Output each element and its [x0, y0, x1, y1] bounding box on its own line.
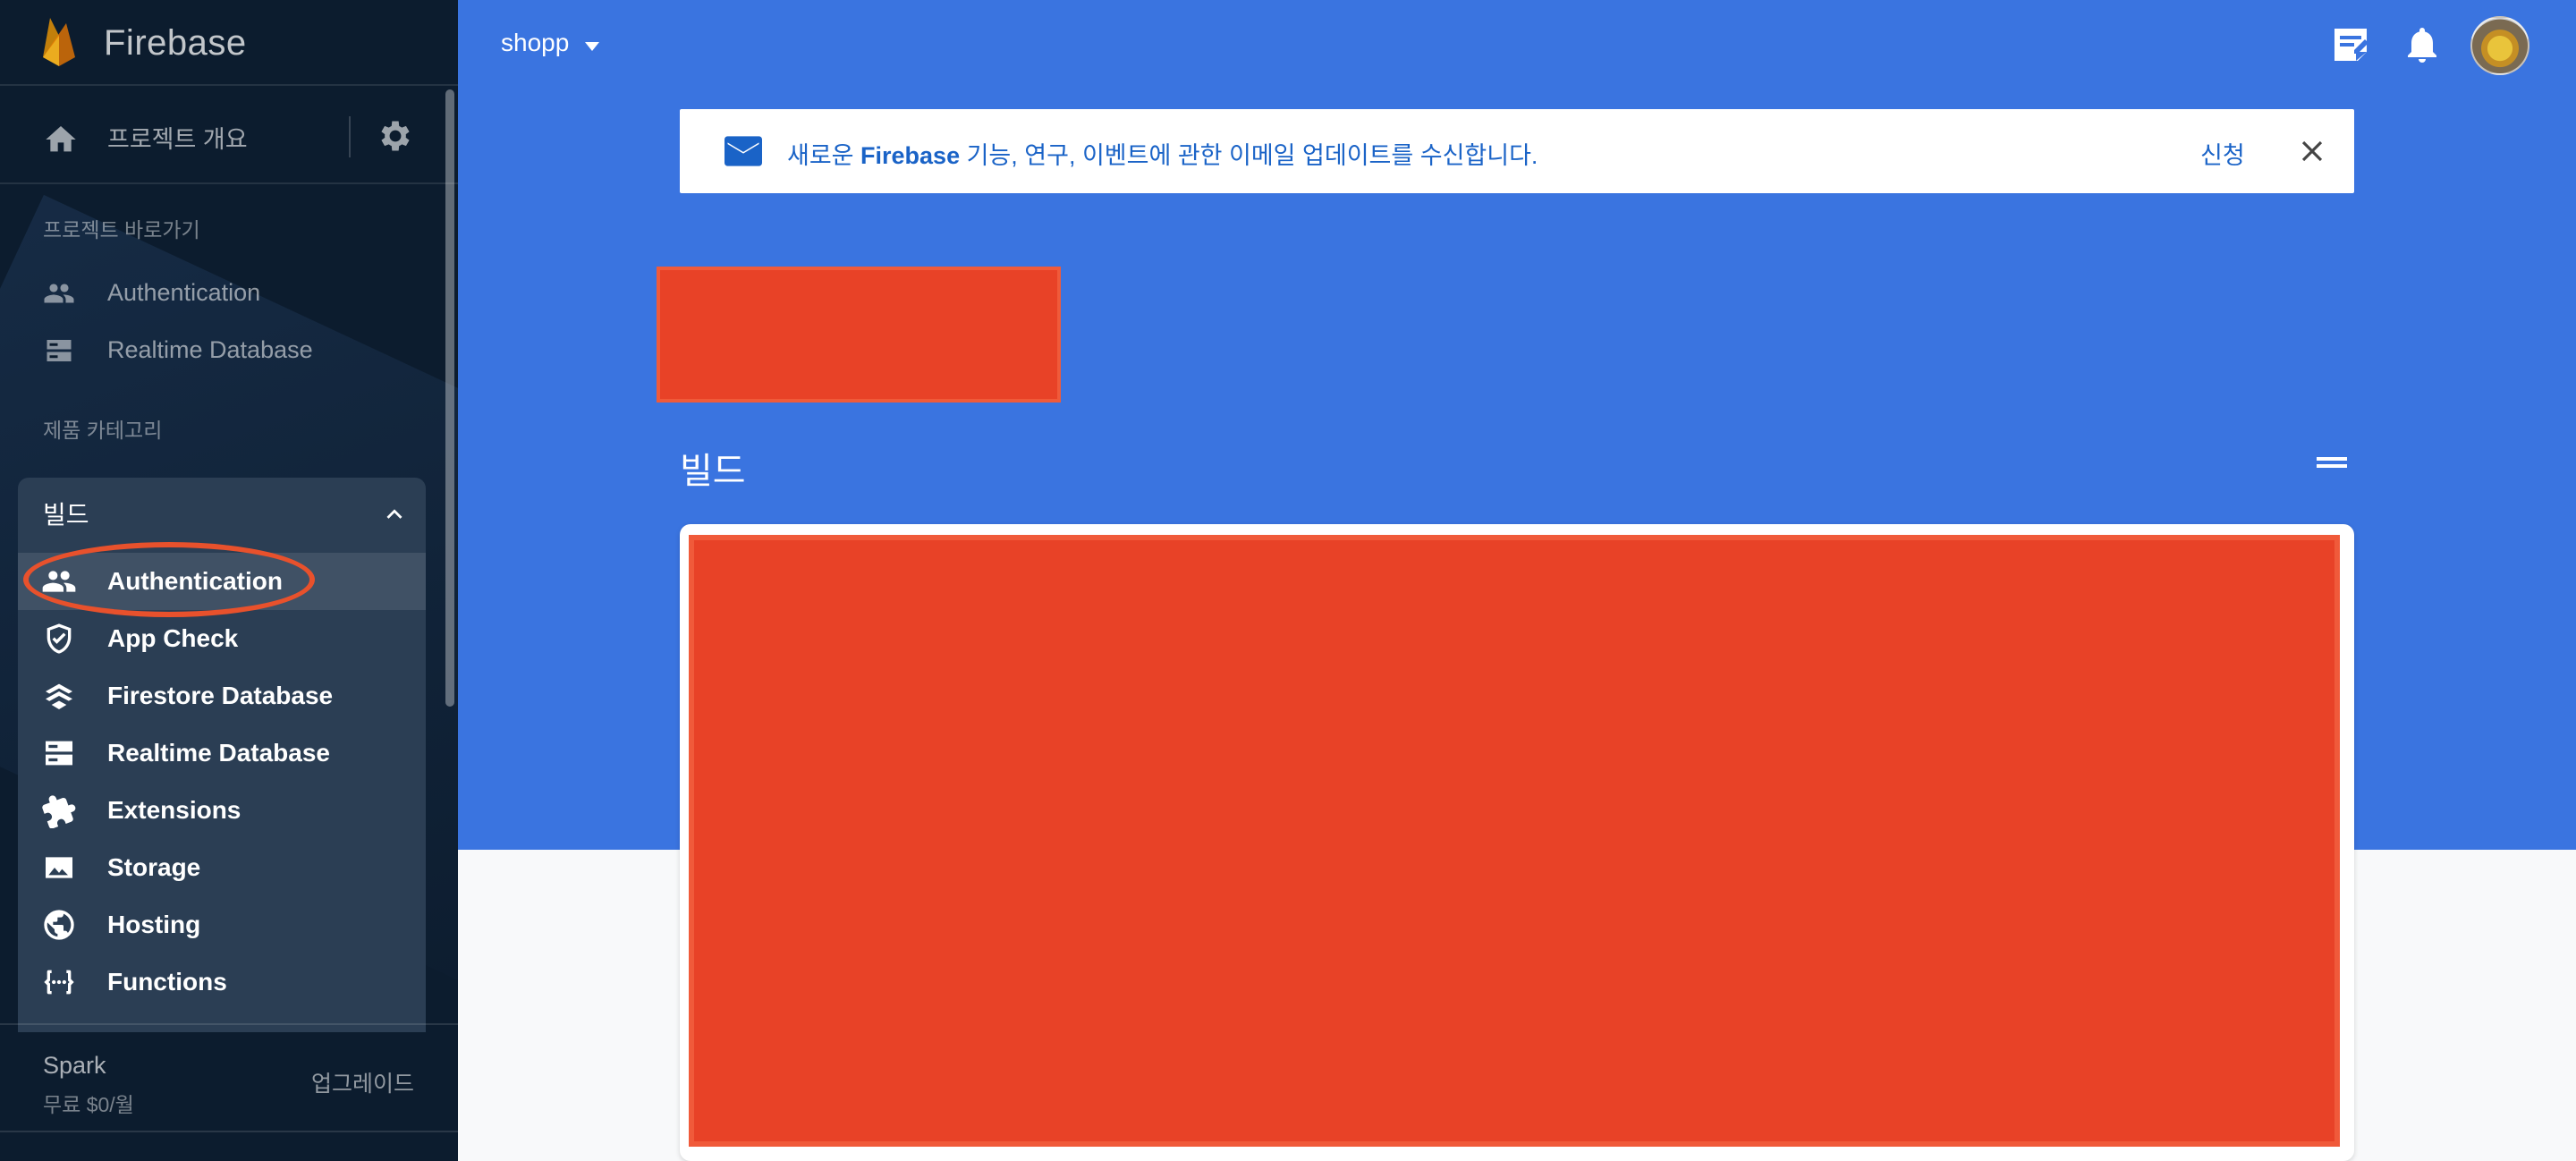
- shortcut-label: Authentication: [107, 279, 261, 306]
- upgrade-button[interactable]: 업그레이드: [311, 1066, 414, 1098]
- brand-header[interactable]: Firebase: [0, 0, 458, 86]
- globe-icon: [44, 910, 74, 940]
- shortcut-label: Realtime Database: [107, 336, 313, 363]
- functions-icon: [44, 970, 74, 995]
- nav-item-label: Hosting: [107, 911, 201, 938]
- nav-item-firestore-database[interactable]: Firestore Database: [18, 667, 426, 725]
- image-icon: [46, 857, 72, 878]
- nav-item-label: Functions: [107, 968, 227, 996]
- shield-check-icon: [47, 623, 72, 654]
- project-overview-row: 프로젝트 개요: [0, 89, 458, 184]
- annotation-highlight-ellipse: [23, 542, 315, 617]
- sidebar-footer-strip: [0, 1131, 458, 1161]
- nav-item-hosting[interactable]: Hosting: [18, 896, 426, 953]
- caret-down-icon: [585, 42, 599, 51]
- build-category-label: 빌드: [43, 501, 89, 529]
- nav-item-label: Realtime Database: [107, 739, 331, 767]
- nav-item-label: Storage: [107, 853, 201, 881]
- categories-title: 제품 카테고리: [43, 419, 163, 442]
- section-title: 빌드: [680, 452, 746, 491]
- brand-name: Firebase: [104, 23, 247, 63]
- plan-footer: Spark 무료 $0/월 업그레이드: [0, 1023, 458, 1131]
- build-category-header[interactable]: 빌드: [18, 478, 426, 547]
- content-card: [680, 524, 2354, 1161]
- nav-item-extensions[interactable]: Extensions: [18, 782, 426, 839]
- plan-name: Spark: [43, 1052, 106, 1079]
- nav-item-app-check[interactable]: App Check: [18, 610, 426, 667]
- extension-icon: [42, 795, 76, 828]
- gear-icon[interactable]: [376, 116, 415, 156]
- shortcut-authentication[interactable]: Authentication: [0, 267, 458, 320]
- nav-item-functions[interactable]: Functions: [18, 953, 426, 1011]
- shortcuts-title: 프로젝트 바로가기: [43, 218, 200, 242]
- email-updates-banner: 새로운 Firebase 기능, 연구, 이벤트에 관한 이메일 업데이트를 수…: [680, 109, 2354, 193]
- people-icon: [44, 284, 74, 303]
- scrollbar-thumb[interactable]: [445, 89, 454, 707]
- nav-item-label: App Check: [107, 624, 239, 652]
- nav-item-label: Extensions: [107, 796, 242, 824]
- mail-icon: [724, 136, 762, 166]
- firestore-icon: [46, 683, 72, 709]
- sidebar: Firebase 프로젝트 개요 프로젝트 바로가기 Authenticatio…: [0, 0, 458, 1161]
- sidebar-scrollbar[interactable]: [445, 89, 454, 1020]
- project-overview-link[interactable]: 프로젝트 개요: [107, 120, 248, 155]
- redacted-region: [689, 535, 2340, 1147]
- project-switcher[interactable]: shopp: [501, 29, 599, 64]
- shortcut-realtime-database[interactable]: Realtime Database: [0, 324, 458, 377]
- firebase-logo-icon: [43, 18, 75, 66]
- nav-item-label: Firestore Database: [107, 682, 334, 709]
- account-avatar[interactable]: [2470, 16, 2529, 75]
- database-icon: [46, 741, 72, 766]
- database-icon: [47, 340, 72, 361]
- plan-price: 무료 $0/월: [43, 1093, 134, 1116]
- release-notes-icon[interactable]: [2329, 23, 2372, 66]
- divider: [349, 116, 351, 157]
- nav-item-realtime-database[interactable]: Realtime Database: [18, 725, 426, 782]
- bell-icon[interactable]: [2401, 23, 2444, 66]
- project-name: shopp: [501, 29, 570, 56]
- banner-message: 새로운 Firebase 기능, 연구, 이벤트에 관한 이메일 업데이트를 수…: [787, 142, 1538, 169]
- home-icon[interactable]: [43, 122, 79, 157]
- banner-signup-link[interactable]: 신청: [2200, 136, 2245, 171]
- menu-icon[interactable]: [2315, 447, 2349, 478]
- nav-item-storage[interactable]: Storage: [18, 839, 426, 896]
- chevron-up-icon: [386, 509, 402, 519]
- redacted-region: [657, 267, 1061, 403]
- close-icon[interactable]: [2295, 134, 2329, 168]
